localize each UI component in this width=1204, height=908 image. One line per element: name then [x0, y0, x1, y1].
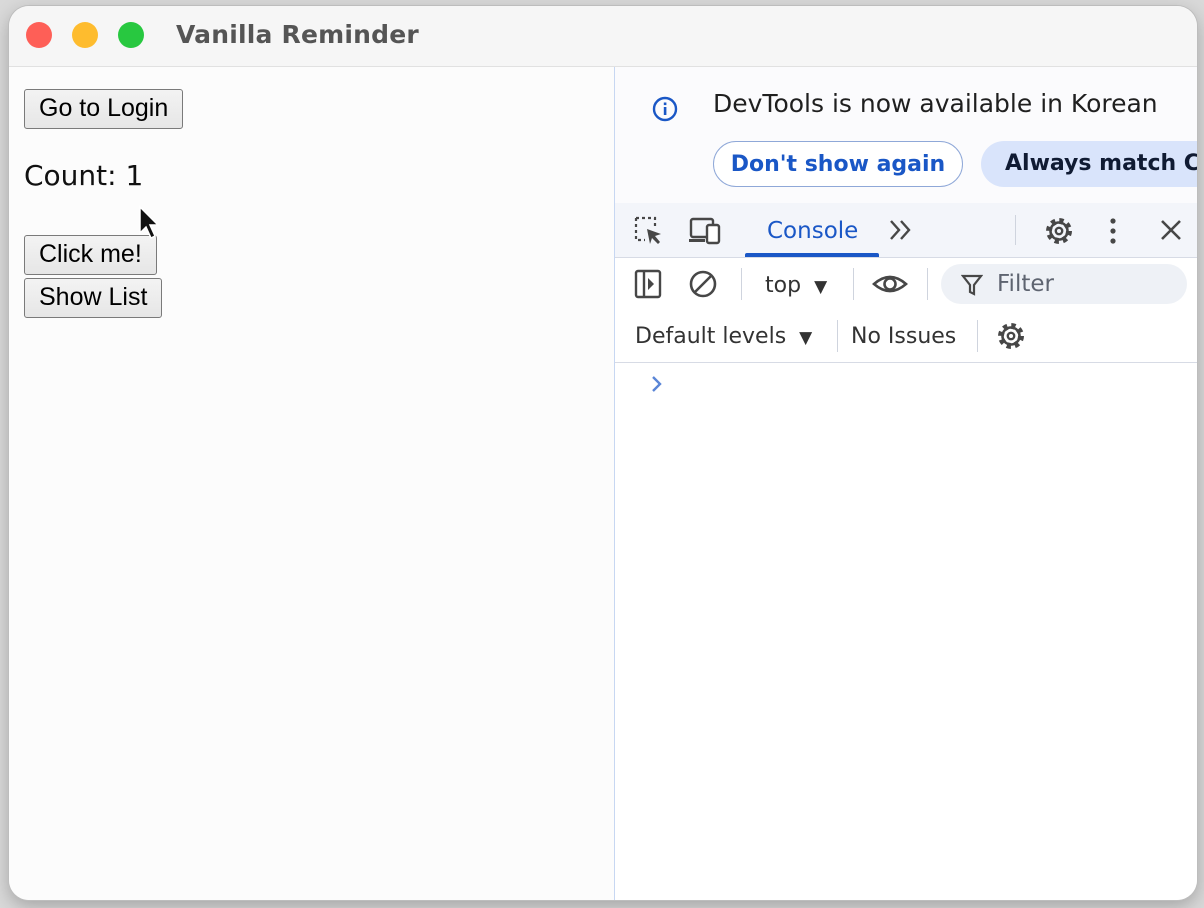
- filter-placeholder: Filter: [997, 271, 1054, 297]
- go-to-login-button[interactable]: Go to Login: [24, 89, 184, 129]
- minimize-window-button[interactable]: [72, 22, 98, 48]
- log-levels-dropdown[interactable]: Default levels ▼: [635, 324, 812, 349]
- close-icon[interactable]: [1156, 215, 1186, 245]
- sidebar-toggle-icon[interactable]: [633, 268, 663, 300]
- close-window-button[interactable]: [26, 22, 52, 48]
- devtools-tab-bar: Console: [615, 203, 1197, 258]
- live-expression-eye-icon[interactable]: [871, 268, 909, 300]
- toolbar-divider: [853, 268, 854, 300]
- clear-console-icon[interactable]: [687, 268, 719, 300]
- toolbar-divider: [977, 320, 978, 352]
- click-me-button[interactable]: Click me!: [24, 235, 157, 275]
- mouse-pointer-icon: [139, 205, 160, 240]
- count-text: Count: 1: [24, 159, 144, 192]
- app-window: Vanilla Reminder Go to Login Count: 1 Cl…: [9, 6, 1197, 900]
- context-selector[interactable]: top ▼: [765, 273, 827, 298]
- log-levels-label: Default levels: [635, 324, 787, 349]
- infobar-message: DevTools is now available in Korean: [713, 89, 1158, 118]
- tab-console-label: Console: [767, 218, 859, 244]
- desktop-background: Vanilla Reminder Go to Login Count: 1 Cl…: [0, 0, 1204, 908]
- kebab-menu-icon[interactable]: [1105, 215, 1121, 247]
- title-bar[interactable]: Vanilla Reminder: [9, 6, 1197, 67]
- show-list-button[interactable]: Show List: [24, 278, 163, 318]
- console-settings-gear-icon[interactable]: [995, 320, 1027, 352]
- gear-icon[interactable]: [1043, 215, 1075, 247]
- console-prompt-chevron-icon[interactable]: [649, 373, 665, 395]
- always-match-button[interactable]: Always match Ch: [981, 141, 1197, 187]
- active-tab-indicator: [745, 253, 879, 257]
- filter-input[interactable]: Filter: [941, 264, 1187, 304]
- toolbar-divider: [837, 320, 838, 352]
- toolbar-divider: [741, 268, 742, 300]
- inspect-element-icon[interactable]: [633, 215, 665, 247]
- dont-show-again-button[interactable]: Don't show again: [713, 141, 963, 187]
- caret-down-icon: ▼: [799, 328, 813, 348]
- window-title: Vanilla Reminder: [176, 20, 419, 49]
- device-toolbar-icon[interactable]: [687, 215, 723, 247]
- zoom-window-button[interactable]: [118, 22, 144, 48]
- info-icon: [652, 96, 678, 122]
- issues-counter[interactable]: No Issues: [851, 324, 956, 349]
- toolbar-divider: [1015, 215, 1016, 245]
- console-toolbar: top ▼ Filter Default levels ▼ No Issues: [615, 258, 1197, 363]
- filter-funnel-icon: [961, 274, 983, 296]
- context-selector-label: top: [765, 273, 802, 298]
- caret-down-icon: ▼: [814, 277, 828, 297]
- page-content: Go to Login Count: 1 Click me! Show List: [9, 67, 613, 900]
- toolbar-divider: [927, 268, 928, 300]
- chevron-double-right-icon[interactable]: [887, 217, 915, 243]
- tab-console[interactable]: Console: [745, 203, 879, 257]
- language-infobar: DevTools is now available in Korean Don'…: [615, 67, 1197, 203]
- devtools-panel: DevTools is now available in Korean Don'…: [614, 67, 1197, 900]
